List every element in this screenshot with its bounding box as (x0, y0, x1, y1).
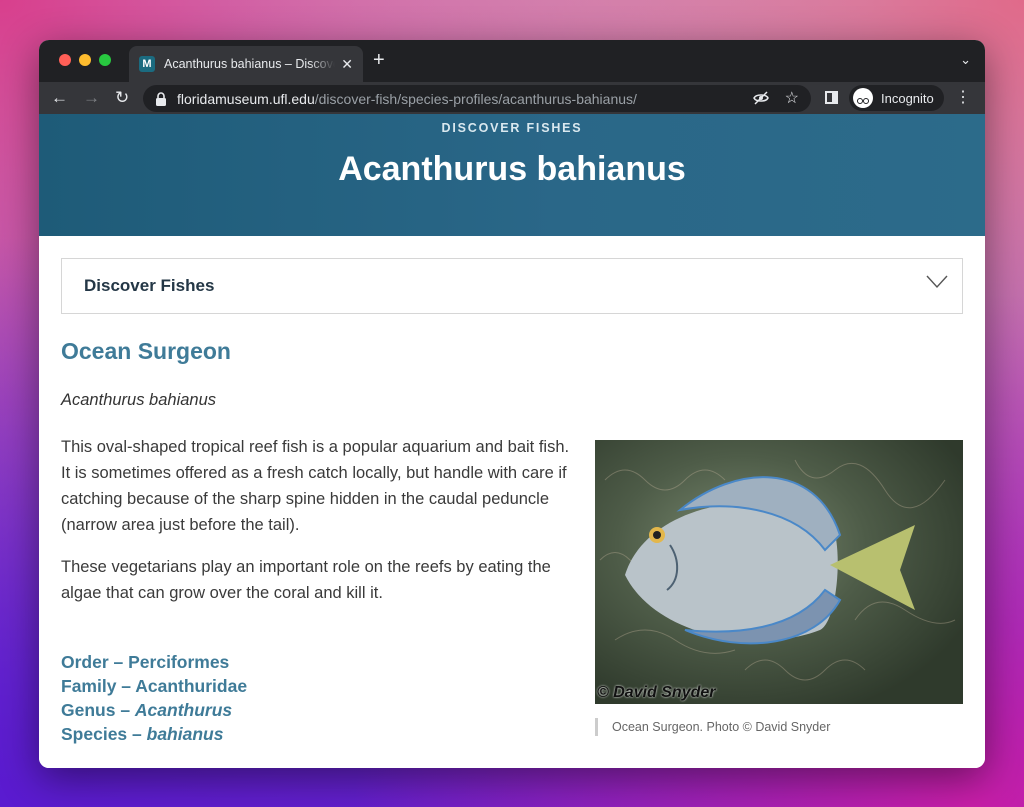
page-title: Acanthurus bahianus (338, 150, 686, 188)
tab-bar: M Acanthurus bahianus – Discover Fishes … (39, 40, 985, 82)
species-description: This oval-shaped tropical reef fish is a… (61, 434, 573, 622)
back-arrow-icon[interactable]: ← (51, 88, 68, 108)
tab-title: Acanthurus bahianus – Discover Fishes (164, 57, 335, 71)
photo-credit-overlay: © David Snyder (597, 684, 716, 701)
taxonomy-species: Species – bahianus (61, 724, 224, 744)
photo-caption: Ocean Surgeon. Photo © David Snyder (595, 718, 830, 736)
fish-illustration (599, 459, 956, 681)
tab-search-chevron-icon[interactable]: ⌄ (960, 52, 971, 68)
new-tab-button[interactable]: + (373, 50, 385, 70)
lock-icon (156, 91, 166, 106)
side-panel-icon[interactable] (825, 91, 838, 104)
reload-icon[interactable]: ↻ (115, 88, 129, 108)
taxonomy-genus: Genus – Acanthurus (61, 700, 233, 720)
incognito-icon (853, 88, 873, 108)
taxonomy-family: Family – Acanthuridae (61, 676, 248, 696)
close-window-button[interactable] (59, 54, 71, 66)
species-photo: © David Snyder (595, 440, 963, 704)
chevron-down-icon (926, 275, 948, 289)
discover-fishes-accordion[interactable]: Discover Fishes (61, 258, 963, 314)
site-favicon-icon: M (139, 56, 155, 72)
browser-window: M Acanthurus bahianus – Discover Fishes … (39, 40, 985, 768)
minimize-window-button[interactable] (79, 54, 91, 66)
maximize-window-button[interactable] (99, 54, 111, 66)
page-hero-banner: DISCOVER FISHES Acanthurus bahianus (39, 114, 985, 236)
browser-menu-icon[interactable]: ⋮ (955, 88, 971, 108)
description-paragraph: These vegetarians play an important role… (61, 558, 551, 602)
accordion-label: Discover Fishes (84, 276, 215, 295)
incognito-label: Incognito (881, 90, 934, 106)
eye-off-icon[interactable] (753, 90, 769, 106)
close-tab-icon[interactable]: ✕ (341, 56, 353, 73)
description-paragraph: This oval-shaped tropical reef fish is a… (61, 438, 570, 534)
incognito-profile-button[interactable]: Incognito (849, 85, 944, 111)
species-common-name: Ocean Surgeon (61, 338, 231, 364)
bookmark-star-icon[interactable]: ☆ (785, 88, 799, 108)
address-bar[interactable]: floridamuseum.ufl.edu/discover-fish/spec… (143, 85, 811, 112)
hero-eyebrow: DISCOVER FISHES (441, 121, 583, 135)
taxonomy-list: Order – Perciformes Family – Acanthurida… (61, 650, 247, 746)
browser-toolbar: ← → ↻ floridamuseum.ufl.edu/discover-fis… (39, 82, 985, 114)
page-content: DISCOVER FISHES Acanthurus bahianus Disc… (39, 114, 985, 768)
species-scientific-name: Acanthurus bahianus (61, 391, 217, 409)
browser-tab[interactable]: M Acanthurus bahianus – Discover Fishes … (129, 46, 363, 82)
forward-arrow-icon[interactable]: → (83, 88, 100, 108)
url-text: floridamuseum.ufl.edu/discover-fish/spec… (177, 90, 637, 107)
taxonomy-order: Order – Perciformes (61, 652, 230, 672)
